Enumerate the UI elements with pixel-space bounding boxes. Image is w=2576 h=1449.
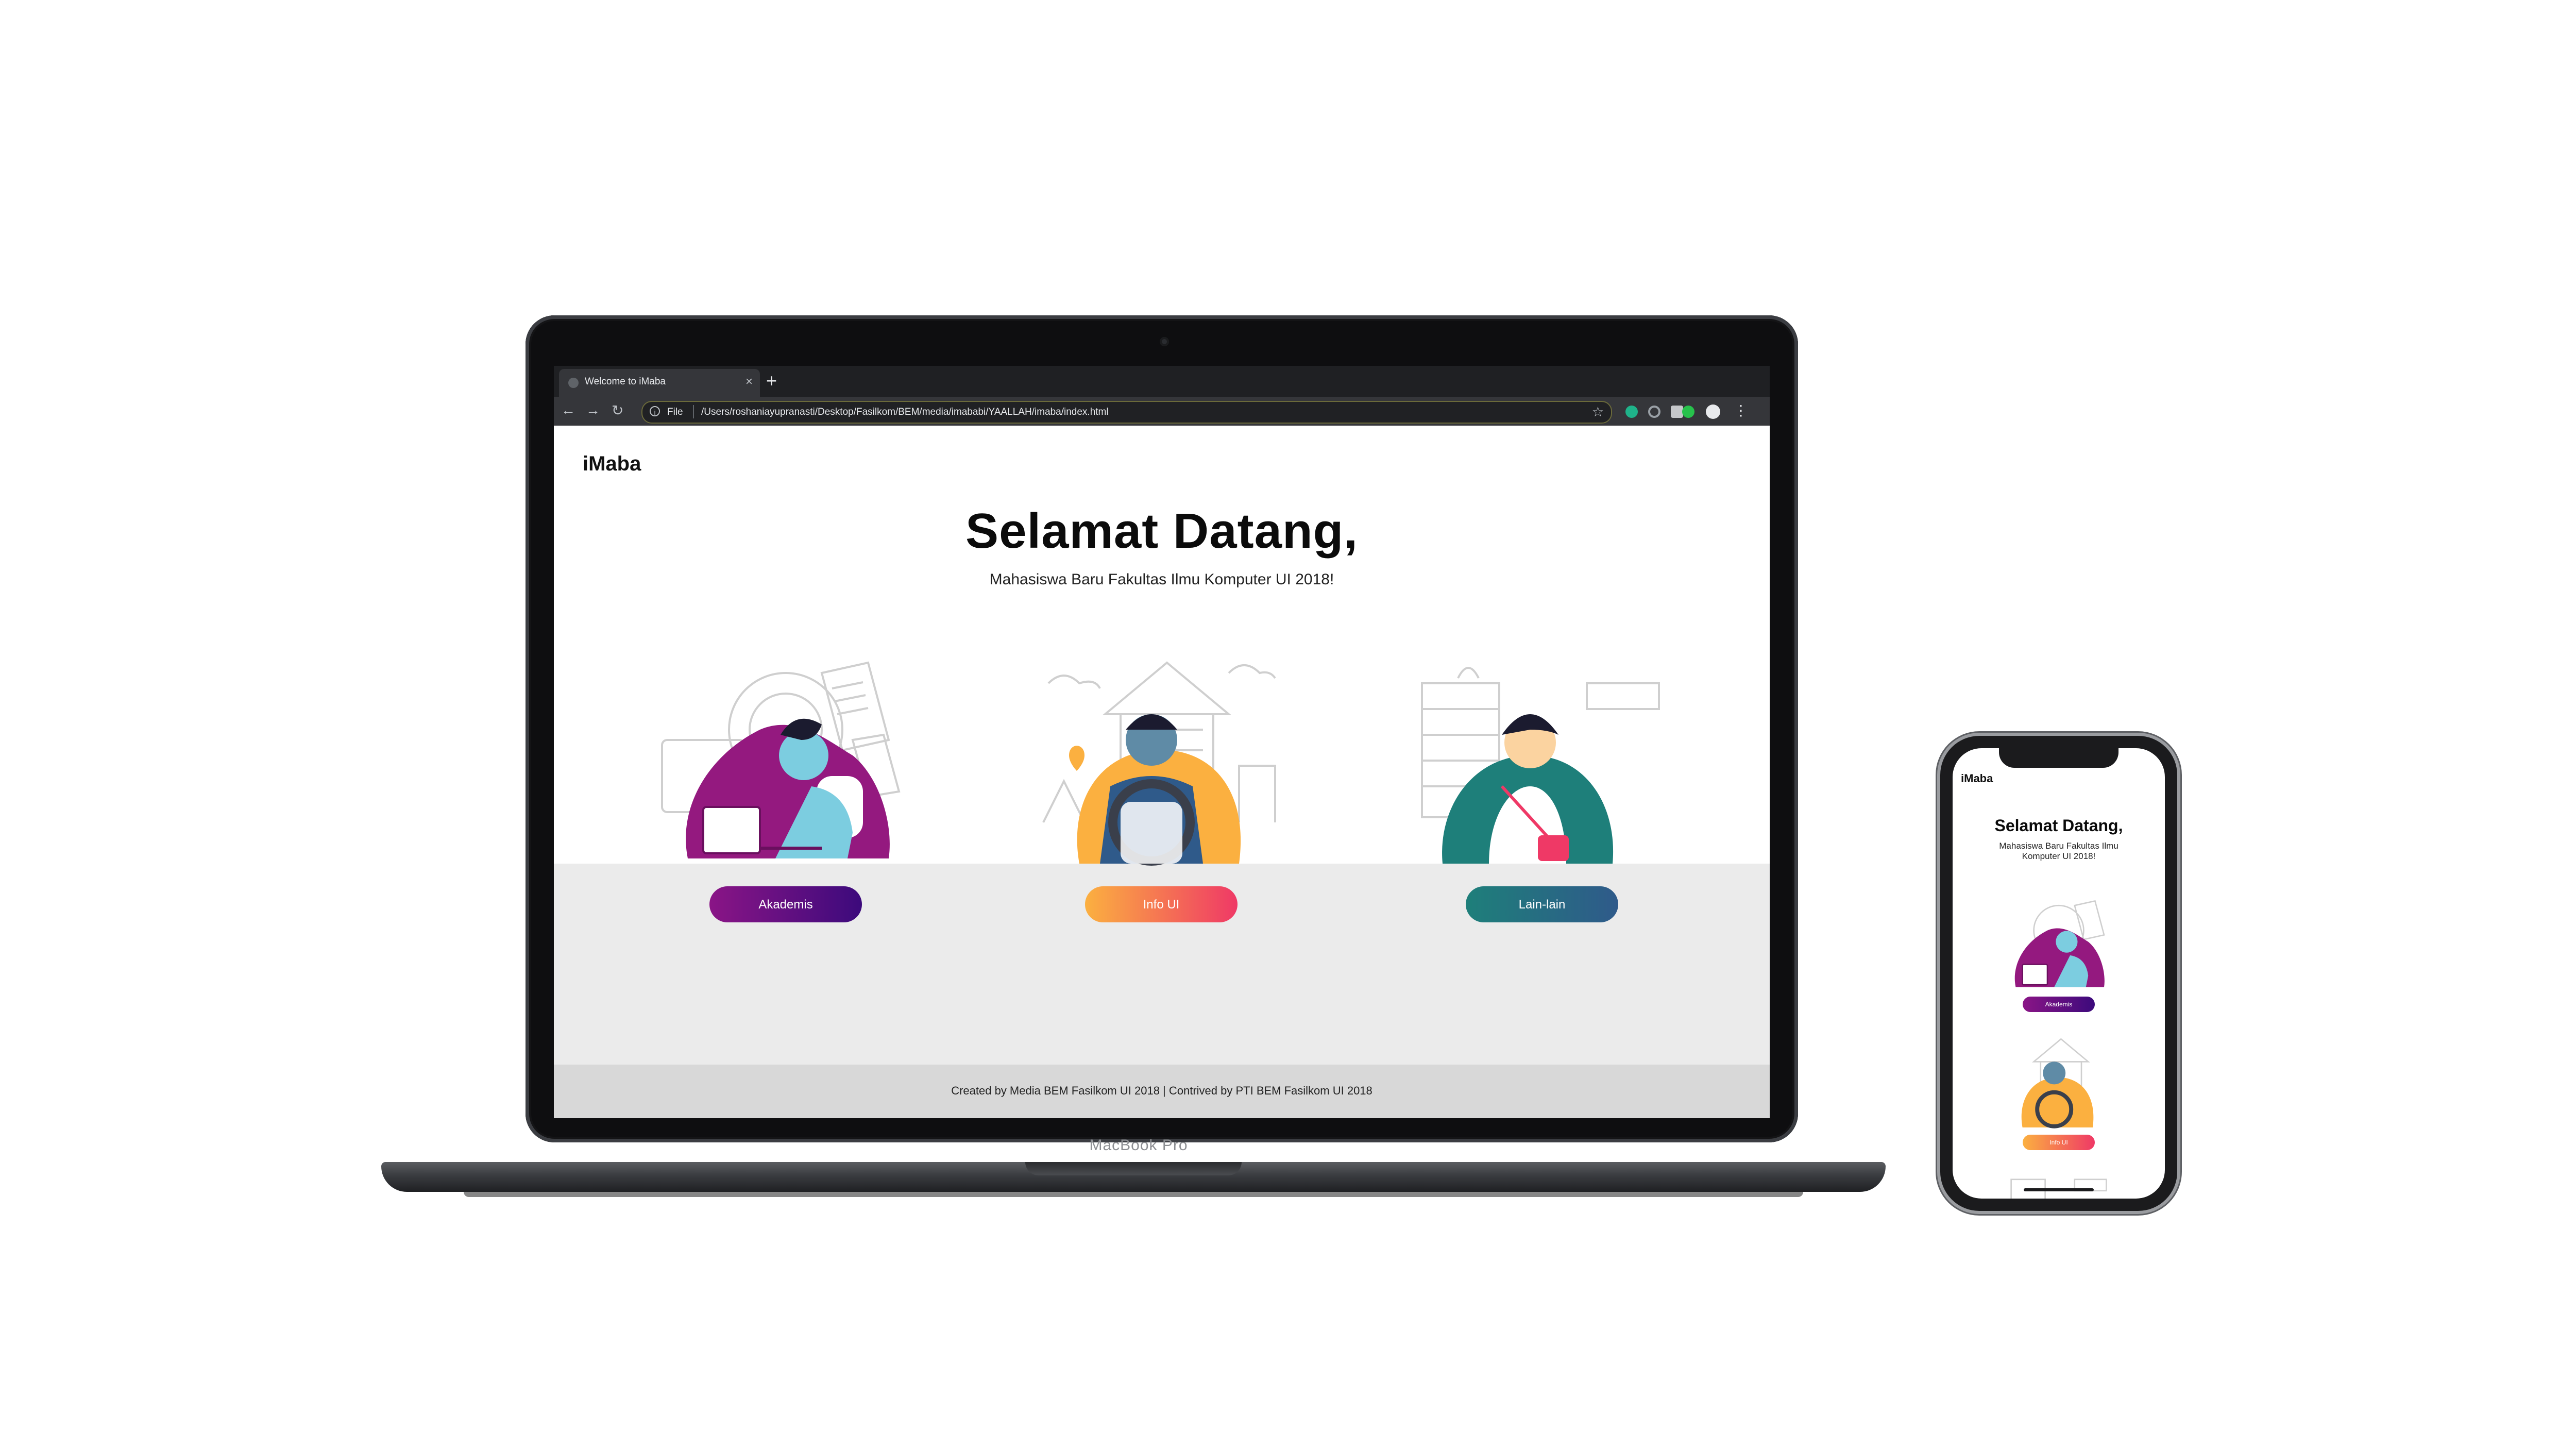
woman-cabinet-illustration bbox=[2010, 1178, 2107, 1199]
driver-campus-illustration bbox=[2021, 1038, 2094, 1128]
bookmark-star-icon[interactable]: ☆ bbox=[1592, 404, 1604, 420]
info-ui-button[interactable]: Info UI bbox=[1085, 886, 1238, 922]
new-tab-icon[interactable]: + bbox=[766, 370, 777, 392]
close-tab-icon[interactable]: × bbox=[745, 375, 753, 389]
site-footer: Created by Media BEM Fasilkom UI 2018 | … bbox=[554, 1065, 1770, 1118]
favicon-icon bbox=[568, 378, 579, 388]
home-indicator[interactable] bbox=[2024, 1188, 2094, 1191]
site-logo[interactable]: iMaba bbox=[583, 452, 641, 476]
hero-subtitle: Mahasiswa Baru Fakultas Ilmu Komputer UI… bbox=[989, 571, 1334, 588]
phone-notch bbox=[1999, 746, 2119, 768]
tab-title: Welcome to iMaba bbox=[585, 376, 666, 387]
extension-icon[interactable] bbox=[1648, 406, 1660, 418]
student-laptop-illustration bbox=[661, 661, 901, 858]
driver-campus-illustration bbox=[1042, 661, 1276, 866]
extension-icon[interactable] bbox=[1625, 406, 1638, 418]
student-laptop-illustration bbox=[2014, 900, 2105, 987]
profile-icon[interactable] bbox=[1706, 405, 1720, 419]
laptop-shadow bbox=[464, 1192, 1803, 1197]
info-icon[interactable]: i bbox=[650, 406, 660, 416]
reload-icon[interactable]: ↻ bbox=[612, 402, 623, 419]
camera-icon bbox=[1160, 337, 1169, 346]
laptop-screen: Welcome to iMaba × + ← → ↻ i File /Users… bbox=[554, 366, 1770, 1118]
mobile-site-logo[interactable]: iMaba bbox=[1961, 772, 1993, 785]
mobile-info-ui-button[interactable]: Info UI bbox=[2023, 1135, 2095, 1150]
mobile-hero-title: Selamat Datang, bbox=[1994, 816, 2123, 835]
akademis-button[interactable]: Akademis bbox=[709, 886, 862, 922]
divider bbox=[693, 405, 694, 418]
browser-tab[interactable]: Welcome to iMaba × bbox=[559, 369, 760, 397]
browser-toolbar: ← → ↻ i File /Users/roshaniayupranasti/D… bbox=[554, 397, 1770, 426]
browser-tab-bar: Welcome to iMaba × + bbox=[554, 366, 1770, 397]
grammarly-icon[interactable] bbox=[1682, 406, 1694, 418]
mobile-akademis-button[interactable]: Akademis bbox=[2023, 997, 2095, 1012]
mobile-hero-subtitle: Mahasiswa Baru Fakultas Ilmu Komputer UI… bbox=[1999, 841, 2119, 861]
extension-icon[interactable] bbox=[1671, 406, 1683, 418]
address-bar[interactable]: i File /Users/roshaniayupranasti/Desktop… bbox=[641, 401, 1612, 424]
lain-lain-button[interactable]: Lain-lain bbox=[1466, 886, 1618, 922]
hero-title: Selamat Datang, bbox=[965, 503, 1358, 559]
laptop-label: MacBook Pro bbox=[1089, 1137, 1188, 1154]
forward-icon[interactable]: → bbox=[586, 402, 600, 418]
back-icon[interactable]: ← bbox=[561, 402, 575, 418]
web-page: iMaba Selamat Datang, Mahasiswa Baru Fak… bbox=[554, 426, 1770, 1118]
woman-cabinet-illustration bbox=[1421, 667, 1660, 864]
laptop-hinge-notch bbox=[1025, 1162, 1242, 1175]
scheme-label: File bbox=[667, 407, 683, 417]
footer-credit: Created by Media BEM Fasilkom UI 2018 | … bbox=[951, 1084, 1372, 1097]
phone-screen: iMaba Selamat Datang, Mahasiswa Baru Fak… bbox=[1953, 748, 2165, 1199]
url-text[interactable]: /Users/roshaniayupranasti/Desktop/Fasilk… bbox=[701, 407, 1109, 418]
menu-icon[interactable]: ⋮ bbox=[1734, 402, 1748, 419]
